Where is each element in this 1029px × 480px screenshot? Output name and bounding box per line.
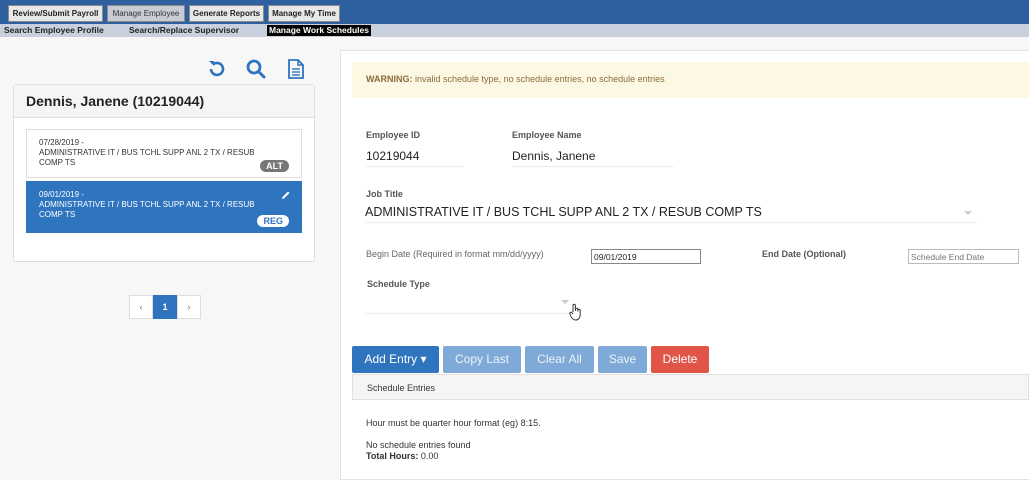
pager-page-1[interactable]: 1 (153, 295, 177, 319)
employee-name-value: Dennis, Janene (512, 149, 674, 167)
schedule-title: ADMINISTRATIVE IT / BUS TCHL SUPP ANL 2 … (39, 200, 255, 219)
end-date-input[interactable] (908, 249, 1019, 264)
job-title-select[interactable]: ADMINISTRATIVE IT / BUS TCHL SUPP ANL 2 … (365, 205, 977, 223)
schedule-date: 07/28/2019 - (39, 138, 84, 147)
total-hours-value: 0.00 (420, 451, 439, 461)
chevron-down-icon (561, 300, 569, 304)
save-button[interactable]: Save (598, 346, 647, 373)
pager-prev-button[interactable]: ‹ (129, 295, 153, 319)
chevron-down-icon (964, 211, 972, 215)
schedule-title: ADMINISTRATIVE IT / BUS TCHL SUPP ANL 2 … (39, 148, 255, 167)
schedule-type-label: Schedule Type (367, 279, 430, 289)
schedule-form-panel (340, 50, 1029, 480)
top-nav: Review/Submit Payroll Manage Employee Ge… (0, 0, 1029, 24)
tab-generate-reports[interactable]: Generate Reports (189, 5, 264, 22)
tab-manage-employee[interactable]: Manage Employee (107, 5, 185, 22)
employee-id-label: Employee ID (366, 130, 421, 140)
delete-button[interactable]: Delete (651, 346, 709, 373)
search-icon[interactable] (245, 58, 267, 80)
employee-name-label: Employee Name (512, 130, 582, 140)
schedule-date: 09/01/2019 - (39, 190, 84, 199)
begin-date-input[interactable] (591, 249, 701, 264)
tab-manage-my-time[interactable]: Manage My Time (268, 5, 340, 22)
schedule-entries-header: Schedule Entries (352, 374, 1029, 400)
copy-last-button[interactable]: Copy Last (443, 346, 521, 373)
schedule-item-reg[interactable]: 09/01/2019 - ADMINISTRATIVE IT / BUS TCH… (26, 181, 302, 233)
schedule-badge: ALT (260, 160, 289, 172)
document-icon[interactable] (285, 58, 307, 80)
warning-text: invalid schedule type, no schedule entri… (415, 74, 665, 84)
total-hours: Total Hours: 0.00 (366, 451, 438, 461)
job-title-label: Job Title (366, 189, 403, 199)
entries-empty: No schedule entries found (366, 440, 471, 450)
warning-label: WARNING: (366, 74, 413, 84)
sub-nav: Search Employee Profile Search/Replace S… (0, 24, 1029, 37)
subnav-search-employee-profile[interactable]: Search Employee Profile (4, 25, 104, 36)
end-date-label: End Date (Optional) (762, 249, 846, 259)
tab-review-submit-payroll[interactable]: Review/Submit Payroll (8, 5, 103, 22)
subnav-manage-work-schedules[interactable]: Manage Work Schedules (267, 25, 371, 36)
pencil-icon[interactable] (281, 190, 291, 203)
pager-next-button[interactable]: › (177, 295, 201, 319)
schedule-type-select[interactable] (365, 294, 575, 314)
entries-hint: Hour must be quarter hour format (eg) 8:… (366, 418, 541, 428)
warning-alert: WARNING: invalid schedule type, no sched… (352, 62, 1029, 98)
employee-card-title: Dennis, Janene (10219044) (14, 85, 314, 118)
refresh-icon[interactable] (206, 58, 228, 80)
hand-cursor-icon (569, 303, 583, 326)
clear-all-button[interactable]: Clear All (525, 346, 594, 373)
total-hours-label: Total Hours: (366, 451, 419, 461)
schedule-badge: REG (257, 215, 289, 227)
pagination: ‹ 1 › (129, 295, 201, 319)
add-entry-button[interactable]: Add Entry ▾ (352, 346, 439, 373)
schedule-item-alt[interactable]: 07/28/2019 - ADMINISTRATIVE IT / BUS TCH… (26, 129, 302, 178)
employee-card: Dennis, Janene (10219044) 07/28/2019 - A… (13, 84, 315, 262)
subnav-search-replace-supervisor[interactable]: Search/Replace Supervisor (129, 25, 239, 36)
begin-date-label: Begin Date (Required in format mm/dd/yyy… (366, 249, 544, 259)
employee-id-value: 10219044 (366, 149, 464, 167)
